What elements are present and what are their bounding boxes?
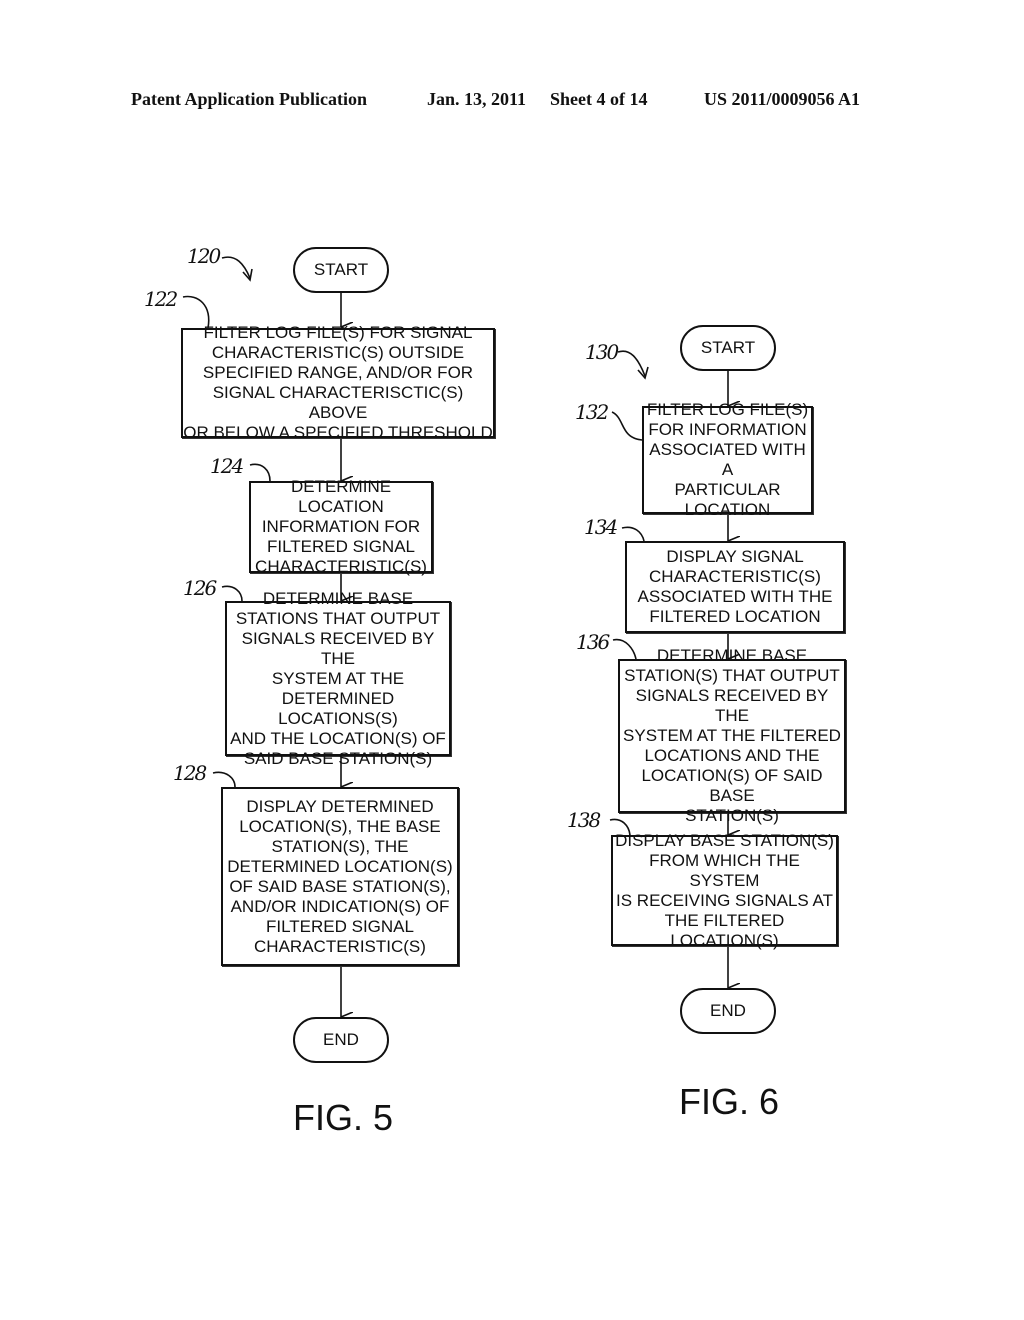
fig6-ref-numeral: 130: [585, 340, 619, 364]
fig5-label: FIG. 5: [293, 1097, 394, 1138]
fig6-end-terminal: END: [680, 988, 776, 1034]
fig6-step-136: DETERMINE BASE STATION(S) THAT OUTPUT SI…: [618, 646, 846, 825]
fig5-step-122: FILTER LOG FILE(S) FOR SIGNAL CHARACTERI…: [181, 323, 495, 442]
fig5-ref-numeral: 120: [187, 244, 221, 268]
fig5-step-124-text: DETERMINE LOCATION INFORMATION FOR FILTE…: [255, 477, 427, 576]
fig5-start-label: START: [313, 260, 369, 279]
ref-134: 134: [584, 515, 618, 539]
fig5-step-126: DETERMINE BASE STATIONS THAT OUTPUT SIGN…: [225, 589, 451, 768]
fig5-step-122-text: FILTER LOG FILE(S) FOR SIGNAL CHARACTERI…: [183, 323, 493, 442]
fig6-step-132-text: FILTER LOG FILE(S) FOR INFORMATION ASSOC…: [646, 400, 809, 519]
fig5-step-128-text: DISPLAY DETERMINED LOCATION(S), THE BASE…: [227, 796, 453, 956]
ref-124: 124: [210, 454, 244, 478]
fig6-step-132: FILTER LOG FILE(S) FOR INFORMATION ASSOC…: [642, 400, 813, 519]
leader-134: [621, 526, 645, 542]
fig6-step-138-text: DISPLAY BASE STATION(S) FROM WHICH THE S…: [615, 830, 834, 950]
fig5-start-terminal: START: [293, 247, 389, 293]
leader-132: [611, 411, 643, 441]
fig5-step-126-text: DETERMINE BASE STATIONS THAT OUTPUT SIGN…: [230, 588, 446, 768]
fig6-step-138: DISPLAY BASE STATION(S) FROM WHICH THE S…: [611, 831, 838, 950]
fig5-ref-arrowhead: [242, 268, 253, 282]
fig5-step-128: DISPLAY DETERMINED LOCATION(S), THE BASE…: [221, 787, 459, 966]
fig6-start-label: START: [700, 338, 756, 357]
ref-128: 128: [173, 761, 207, 785]
fig6-step-136-text: DETERMINE BASE STATION(S) THAT OUTPUT SI…: [623, 646, 841, 825]
ref-138: 138: [567, 808, 601, 832]
ref-126: 126: [183, 576, 217, 600]
fig5-end-label: END: [323, 1030, 359, 1049]
fig6-step-134-text: DISPLAY SIGNAL CHARACTERISTIC(S) ASSOCIA…: [637, 547, 833, 626]
leader-128: [212, 771, 236, 788]
ref-136: 136: [576, 630, 610, 654]
fig5-end-terminal: END: [293, 1017, 389, 1063]
fig6-label: FIG. 6: [679, 1081, 780, 1122]
fig6-end-label: END: [710, 1001, 746, 1020]
fig6-step-134: DISPLAY SIGNAL CHARACTERISTIC(S) ASSOCIA…: [625, 541, 845, 633]
fig6-start-terminal: START: [680, 325, 776, 371]
flowchart-connectors: [182, 256, 1024, 1320]
fig5-step-124: DETERMINE LOCATION INFORMATION FOR FILTE…: [249, 477, 433, 576]
ref-132: 132: [575, 400, 609, 424]
ref-122: 122: [144, 287, 178, 311]
